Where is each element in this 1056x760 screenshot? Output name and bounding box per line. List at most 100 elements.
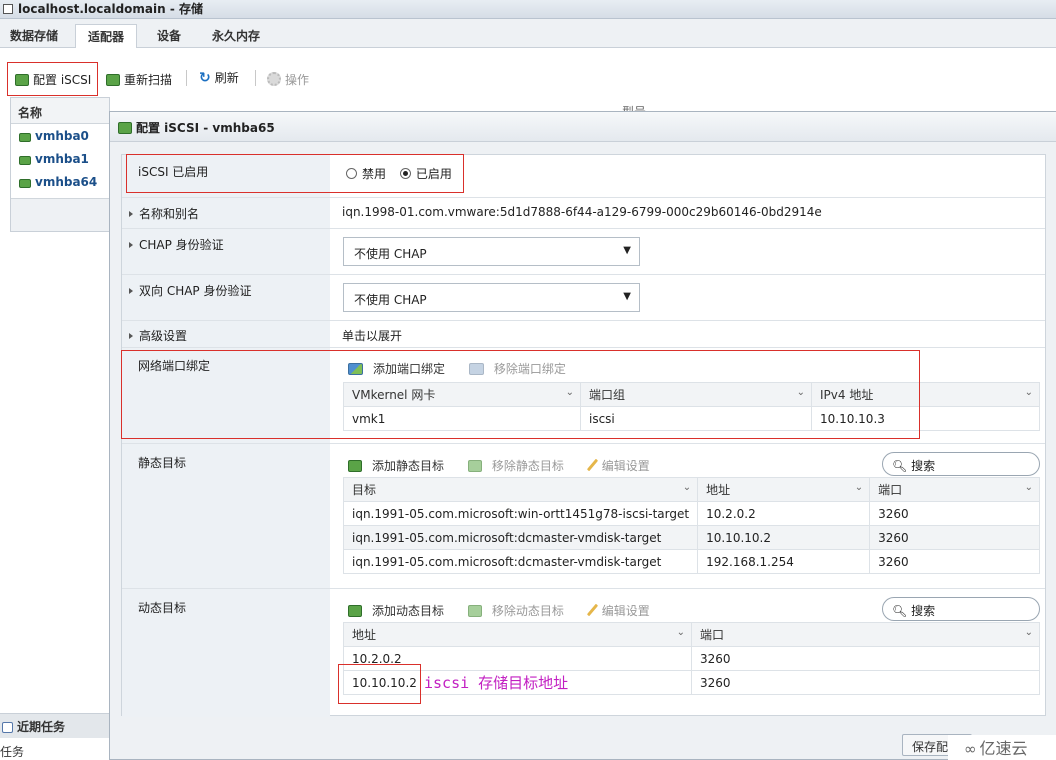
chevron-down-icon: ⌄ [854,482,864,493]
chevron-down-icon: ⌄ [1024,482,1033,493]
actions-button[interactable]: 操作 [267,71,309,88]
target-icon [348,460,362,472]
annotation-text: iscsi 存储目标地址 [424,674,569,692]
name-alias-row: 名称和别名 iqn.1998-01.com.vmware:5d1d7888-6f… [122,198,1045,229]
chevron-down-icon: ⌄ [682,482,692,493]
highlight-box [338,664,421,704]
adapter-icon [19,156,31,165]
mutual-chap-select[interactable]: 不使用 CHAP ▼ [343,283,640,312]
table-header-row: 地址 ⌄ 端口 ⌄ [343,622,1040,647]
static-targets-row: 静态目标 添加静态目标 移除静态目标 编辑设置 🔍︎ 搜索 目标 ⌄ 地址 ⌄ 端口… [122,444,1045,589]
expand-triangle-icon [129,242,133,248]
dropdown-arrow-icon: ▼ [623,291,631,302]
column-header[interactable]: 目标 ⌄ [342,477,699,502]
remove-static-target-button[interactable]: 移除静态目标 [467,459,574,473]
add-static-target-label: 添加静态目标 [372,459,445,473]
edit-settings-button[interactable]: 编辑设置 [586,458,660,473]
tab-devices[interactable]: 设备 [157,27,181,44]
chap-select[interactable]: 不使用 CHAP ▼ [343,237,640,266]
column-header[interactable]: 端口 ⌄ [691,622,1040,647]
port-cell: 3260 [691,646,1040,671]
highlight-box [121,350,920,439]
recent-tasks-panel: 近期任务 任务 [0,713,110,760]
name-alias-text: 名称和别名 [139,207,200,221]
advanced-value[interactable]: 单击以展开 [342,327,402,344]
list-item[interactable]: vmhba1 [11,147,109,170]
table-row[interactable]: iqn.1991-05.com.microsoft:dcmaster-vmdis… [342,549,1040,574]
column-header[interactable]: 端口 ⌄ [869,477,1040,502]
add-dynamic-target-button[interactable]: 添加动态目标 [348,604,454,618]
window-title-bar: localhost.localdomain - 存储 [0,0,1056,19]
column-header[interactable]: 地址 ⌄ [697,477,871,502]
search-placeholder: 搜索 [911,459,936,473]
port-cell: 3260 [869,501,1040,526]
address-cell: 10.10.10.2 [697,525,871,550]
chevron-down-icon: ⌄ [1024,387,1033,398]
tab-adapters[interactable]: 适配器 [75,24,138,48]
list-header: 名称 [11,98,109,124]
port-cell: 3260 [869,525,1040,550]
mutual-chap-text: 双向 CHAP 身份验证 [139,284,252,298]
target-cell: iqn.1991-05.com.microsoft:win-ortt1451g7… [342,501,699,526]
list-item[interactable]: vmhba0 [11,124,109,147]
column-header[interactable]: 地址 ⌄ [343,622,692,647]
actions-label: 操作 [285,73,310,87]
static-targets-label: 静态目标 [122,444,330,588]
table-header-row: 目标 ⌄ 地址 ⌄ 端口 ⌄ [342,477,1040,502]
window-title: localhost.localdomain - 存储 [18,2,204,16]
refresh-label: 刷新 [214,71,239,85]
highlight-box [126,154,464,193]
adapter-icon [19,179,31,188]
column-label: 目标 [352,483,377,497]
configure-iscsi-label: 配置 iSCSI [33,73,92,87]
dynamic-search-input[interactable]: 🔍︎ 搜索 [882,597,1040,621]
expand-triangle-icon [129,211,133,217]
list-item-label: vmhba0 [35,129,89,143]
mutual-chap-select-value: 不使用 CHAP [354,293,427,307]
toolbar-separator [255,70,256,86]
adapter-icon [19,133,31,142]
remove-dynamic-target-button[interactable]: 移除动态目标 [467,604,574,618]
target-icon [467,605,482,617]
advanced-label[interactable]: 高级设置 [122,321,330,347]
edit-settings-button[interactable]: 编辑设置 [586,603,660,618]
pencil-icon [586,603,598,617]
add-dynamic-target-label: 添加动态目标 [372,604,445,618]
table-row[interactable]: iqn.1991-05.com.microsoft:win-ortt1451g7… [342,501,1040,526]
logo-icon: ∞ [964,740,977,758]
dynamic-targets-toolbar: 添加动态目标 移除动态目标 编辑设置 [348,602,670,619]
static-search-input[interactable]: 🔍︎ 搜索 [882,452,1040,476]
recent-tasks-header[interactable]: 近期任务 [0,714,110,738]
tab-datastores[interactable]: 数据存储 [10,27,58,44]
add-static-target-button[interactable]: 添加静态目标 [348,459,454,473]
tab-bar: 数据存储 适配器 设备 永久内存 [0,19,1056,48]
advanced-row: 高级设置 单击以展开 [122,321,1045,348]
name-alias-label[interactable]: 名称和别名 [122,198,330,228]
rescan-label: 重新扫描 [124,73,173,87]
toolbar: 配置 iSCSI 重新扫描 ↻ 刷新 操作 [0,62,600,96]
toolbar-separator [186,70,187,86]
rescan-icon [106,74,120,86]
list-item[interactable]: vmhba64 [11,170,109,193]
iqn-value: iqn.1998-01.com.vmware:5d1d7888-6f44-a12… [342,205,822,219]
tasks-column-label: 任务 [0,745,25,759]
watermark-logo: ∞ 亿速云 [948,735,1056,760]
chap-label[interactable]: CHAP 身份验证 [122,229,330,274]
table-row[interactable]: 10.2.0.2 3260 [343,646,1040,671]
table-row[interactable]: iqn.1991-05.com.microsoft:dcmaster-vmdis… [342,525,1040,550]
column-label: 地址 [706,483,731,497]
list-item-label: vmhba1 [35,152,89,166]
dynamic-targets-label: 动态目标 [122,589,330,717]
port-cell: 3260 [869,549,1040,574]
list-item-label: vmhba64 [35,175,98,189]
dynamic-targets-row: 动态目标 添加动态目标 移除动态目标 编辑设置 🔍︎ 搜索 地址 ⌄ 端口 ⌄ 10… [122,589,1045,717]
dialog-title: 配置 iSCSI - vmhba65 [136,121,275,135]
mutual-chap-label[interactable]: 双向 CHAP 身份验证 [122,275,330,320]
tab-persistent-memory[interactable]: 永久内存 [212,27,260,44]
dialog-title-bar: 配置 iSCSI - vmhba65 [110,112,1056,142]
chevron-down-icon: ⌄ [676,627,685,638]
mutual-chap-row: 双向 CHAP 身份验证 不使用 CHAP ▼ [122,275,1045,321]
refresh-button[interactable]: ↻ 刷新 [199,69,239,86]
rescan-button[interactable]: 重新扫描 [106,71,172,88]
configure-iscsi-button[interactable]: 配置 iSCSI [15,71,91,88]
